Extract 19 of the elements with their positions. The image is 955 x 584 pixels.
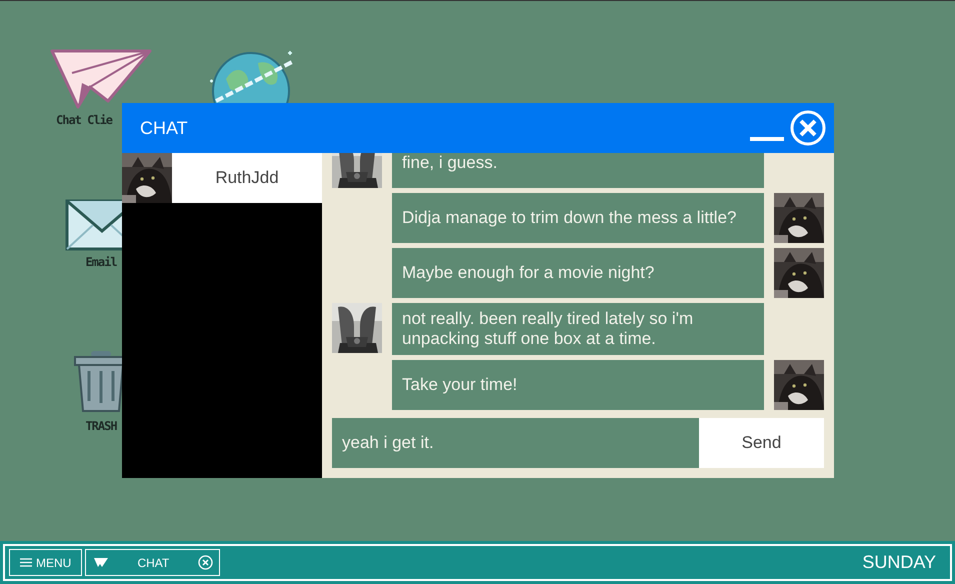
paper-plane-icon[interactable]	[94, 558, 108, 567]
paper-plane-icon[interactable]	[50, 49, 152, 109]
send-button[interactable]: Send	[699, 418, 824, 468]
message-input[interactable]: yeah i get it.	[332, 418, 699, 468]
icon-label: Chat Clie	[56, 113, 112, 127]
message-bubble: Take your time!	[392, 360, 764, 410]
message-bubble: Maybe enough for a movie night?	[392, 248, 764, 298]
close-icon[interactable]	[790, 110, 826, 146]
icon-label: Email	[85, 255, 117, 269]
menu-icon	[20, 558, 32, 567]
menu-button[interactable]: MENU	[9, 549, 82, 576]
window-title: CHAT	[140, 118, 189, 138]
message-bubble: fine, i guess.	[392, 153, 764, 188]
contact-item[interactable]: RuthJdd	[172, 153, 322, 203]
day-label: SUNDAY	[862, 552, 936, 573]
close-icon[interactable]	[198, 555, 214, 570]
message-bubble: Didja manage to trim down the mess a little?	[392, 193, 764, 243]
message-bubble: not really. been really tired lately so i'm unpacking stuff one box at a time.	[392, 303, 764, 355]
icon-label: TRASH	[85, 419, 117, 433]
